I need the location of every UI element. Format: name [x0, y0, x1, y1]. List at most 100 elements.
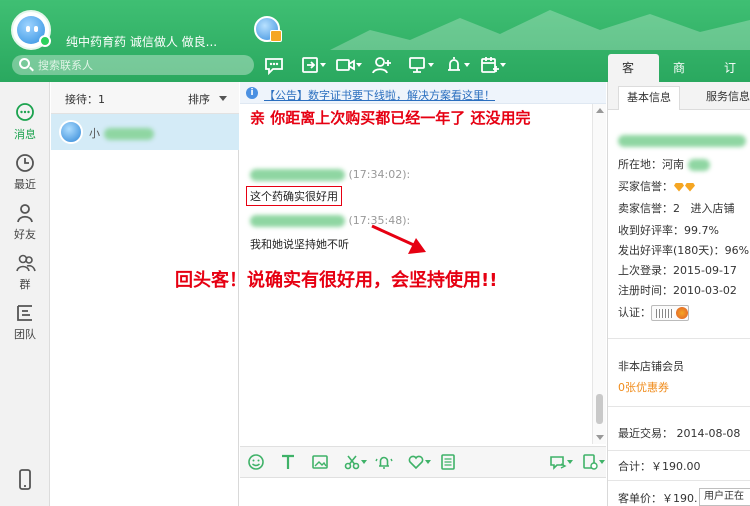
video-button[interactable] [328, 51, 364, 79]
list-item[interactable]: 小 [51, 114, 239, 150]
contact-avatar [59, 120, 83, 144]
sidebar-item-label: 最近 [14, 178, 36, 191]
top-bar: 纯中药育药 诚信做人 做良... 搜索联系人 客 商 订 [0, 0, 750, 103]
chat-bubble-icon [265, 58, 283, 75]
transfer-icon [302, 57, 318, 73]
tab-basic-info[interactable]: 基本信息 [618, 86, 680, 110]
image-button[interactable] [304, 448, 336, 476]
customer-location: 所在地：河南 [618, 156, 710, 172]
sidebar-item-recent[interactable]: 最近 [0, 150, 50, 194]
announcement-link[interactable]: 【公告】数字证书要下线啦，解决方案看这里！ [264, 87, 495, 103]
scrollbar-thumb[interactable] [596, 394, 603, 424]
smiley-icon [248, 454, 264, 470]
contact-list-header: 接待：1 排序 [51, 82, 239, 114]
seller-credit: 卖家信誉：2 进入店铺 [618, 202, 735, 215]
sidebar-item-messages[interactable]: 消息 [0, 100, 50, 144]
mobile-button[interactable] [0, 466, 50, 506]
membership-status: 非本店铺会员 [618, 360, 684, 373]
reminder-button[interactable] [436, 51, 472, 79]
customer-info-panel: 基本信息 服务信息 所在地：河南 买家信誉： 卖家信誉：2 进入店铺 收到好评率… [607, 82, 750, 506]
monitor-icon [409, 57, 425, 73]
shake-bell-icon [375, 456, 393, 469]
mobile-phone-icon [19, 469, 31, 490]
add-user-icon [372, 57, 391, 74]
screen-share-button[interactable] [400, 51, 436, 79]
annotation-callout: 回头客！说确实有很好用，会坚持使用!! [175, 270, 498, 291]
unit-price: 客单价：￥190. [618, 492, 698, 505]
document-settings-icon [583, 454, 598, 470]
customer-name [618, 134, 746, 147]
auth-info: 认证： [618, 304, 689, 321]
search-input[interactable] [38, 57, 248, 73]
sidebar-item-label: 好友 [14, 228, 36, 241]
scissors-icon [344, 455, 360, 470]
contact-badge-icon [270, 30, 282, 42]
alarm-bell-icon [448, 57, 460, 71]
more-tools-button[interactable] [574, 448, 606, 476]
coupon-count: 0张优惠券 [618, 381, 669, 394]
sidebar-item-label: 群 [19, 278, 31, 291]
favorite-button[interactable] [400, 448, 432, 476]
contact-list-panel: 接待：1 排序 小 [51, 82, 239, 506]
notes-button[interactable] [432, 448, 464, 476]
diamond-icon [685, 182, 695, 192]
sidebar-item-label: 团队 [14, 328, 36, 341]
tab-product[interactable]: 商品 [659, 54, 710, 103]
screenshot-button[interactable] [336, 448, 368, 476]
enter-shop-link[interactable]: 进入店铺 [691, 202, 735, 215]
contact-name: 小 [89, 125, 154, 141]
total-amount: 合计：￥190.00 [618, 460, 701, 473]
user-icon [17, 204, 33, 223]
sort-button[interactable]: 排序 [188, 91, 210, 107]
message-input[interactable] [240, 479, 606, 506]
heart-icon [408, 455, 424, 470]
chevron-down-icon[interactable] [219, 96, 227, 101]
message-header: (17:34:02): [250, 168, 410, 181]
tab-service-info[interactable]: 服务信息 [698, 86, 750, 110]
transfer-button[interactable] [292, 51, 328, 79]
info-tabs: 基本信息 服务信息 [608, 82, 750, 110]
message-text: 这个药确实很好用 [246, 186, 342, 206]
quick-phrase-button[interactable] [542, 448, 574, 476]
search-icon [19, 58, 30, 69]
sent-rating: 发出好评率(180天)：96% [618, 244, 750, 257]
nudge-button[interactable] [368, 448, 400, 476]
register-date: 注册时间：2010-03-02 [618, 284, 737, 297]
schedule-button[interactable] [472, 51, 508, 79]
team-icon [17, 305, 32, 321]
video-camera-icon [336, 59, 355, 71]
tab-order[interactable]: 订 [710, 54, 750, 82]
clock-icon [16, 154, 34, 172]
add-friend-button[interactable] [364, 51, 400, 79]
group-icon [16, 254, 36, 272]
info-icon: i [246, 87, 258, 99]
input-toolbar [240, 446, 606, 478]
tab-customer[interactable]: 客户 [608, 54, 659, 103]
emoji-button[interactable] [240, 448, 272, 476]
received-rating: 收到好评率：99.7% [618, 224, 719, 237]
seller-note: 亲 你距离上次购买都已经一年了 还没用完 [250, 109, 531, 127]
annotation-arrow-icon [371, 224, 426, 254]
sidebar-item-friends[interactable]: 好友 [0, 200, 50, 244]
message-bubble-icon [16, 103, 34, 121]
shop-name: 纯中药育药 诚信做人 做良... [66, 35, 218, 49]
buyer-credit: 买家信誉： [618, 178, 695, 194]
image-icon [312, 455, 328, 469]
chat-scrollbar[interactable] [592, 104, 606, 444]
search-box[interactable] [12, 55, 254, 75]
last-login: 上次登录：2015-09-17 [618, 264, 737, 277]
chat-window: i 【公告】数字证书要下线啦，解决方案看这里！ 亲 你距离上次购买都已经一年了 … [175, 82, 606, 506]
announcement-bar[interactable]: i 【公告】数字证书要下线啦，解决方案看这里！ [240, 82, 606, 104]
quick-reply-button[interactable] [256, 51, 292, 79]
font-button[interactable] [272, 448, 304, 476]
reception-count: 接待：1 [65, 93, 105, 106]
sidebar-item-team[interactable]: 团队 [0, 300, 50, 344]
background-hills-decoration [330, 10, 750, 50]
customer-panel-tabs: 客户 商品 订 [608, 50, 750, 103]
online-status-icon[interactable] [39, 35, 51, 47]
message-text: 我和她说坚持她不听 [250, 238, 349, 251]
sidebar-item-label: 消息 [14, 128, 36, 141]
text-format-icon [282, 454, 294, 469]
sidebar-item-groups[interactable]: 群 [0, 250, 50, 294]
quick-reply-icon [550, 456, 567, 470]
